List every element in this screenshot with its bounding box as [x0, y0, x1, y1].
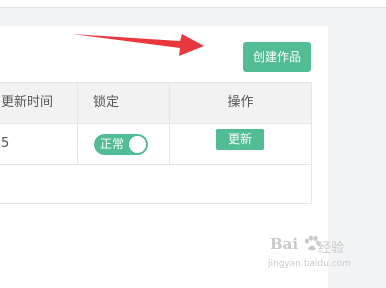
works-table: 更新时间 锁定 操作 5 — [0, 82, 312, 204]
table-row: 5 — [0, 124, 311, 165]
header-lock: 锁定 — [78, 83, 170, 123]
header-update-time: 更新时间 — [0, 83, 78, 123]
watermark: Bai 经验 jingyan.baidu.com — [268, 235, 386, 288]
lock-toggle[interactable]: 正常 — [94, 134, 148, 155]
table-header: 更新时间 锁定 操作 — [0, 83, 311, 124]
create-work-button[interactable]: 创建作品 — [243, 42, 311, 72]
update-button[interactable]: 更新 — [216, 129, 264, 150]
watermark-url: jingyan.baidu.com — [268, 259, 352, 269]
header-actions: 操作 — [227, 95, 254, 110]
watermark-logo: Bai — [270, 235, 299, 253]
toggle-knob — [129, 136, 146, 153]
watermark-text: 经验 — [318, 241, 345, 256]
cell-update-time: 5 — [0, 124, 78, 164]
top-bar — [0, 0, 386, 8]
lock-toggle-label: 正常 — [100, 137, 125, 151]
